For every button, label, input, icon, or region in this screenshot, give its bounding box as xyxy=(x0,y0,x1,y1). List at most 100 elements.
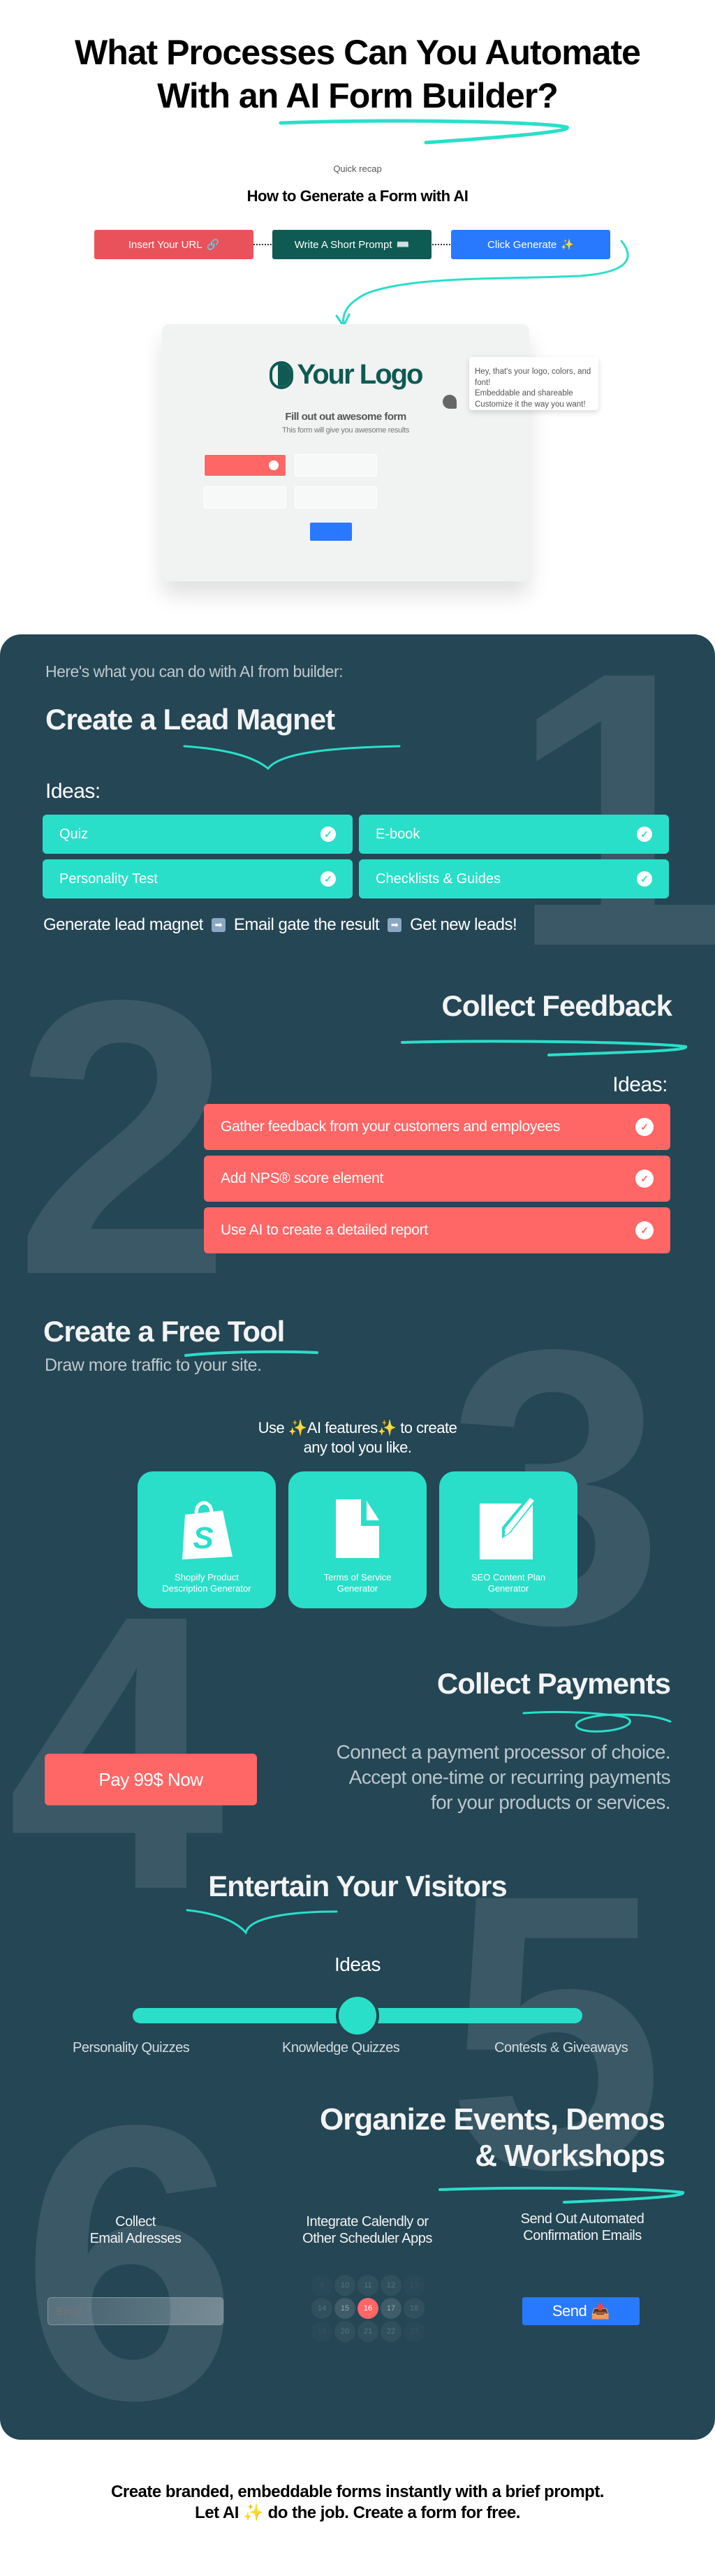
slider-option[interactable]: Knowledge Quizzes xyxy=(282,2040,400,2056)
customization-tooltip: Hey, that's your logo, colors, and font!… xyxy=(469,357,598,410)
check-icon: ✓ xyxy=(320,871,336,887)
idea-quiz[interactable]: Quiz ✓ xyxy=(43,815,353,854)
form-field[interactable] xyxy=(204,486,286,509)
tool-label: Generator xyxy=(487,1583,529,1594)
feedback-title: Collect Feedback xyxy=(441,989,672,1022)
check-icon: ✓ xyxy=(320,827,336,842)
ideas-label: Ideas xyxy=(334,1953,381,1975)
events-col-email: Collect Email Adresses xyxy=(45,2213,226,2247)
svg-text:S: S xyxy=(193,1521,213,1555)
idea-label: Use AI to create a detailed report xyxy=(221,1222,428,1238)
title-highlight: Lead Magnet xyxy=(163,703,335,736)
calendar-day[interactable]: 12 xyxy=(381,2275,401,2296)
tool-label: Shopify Product xyxy=(175,1572,239,1582)
email-input[interactable] xyxy=(47,2297,223,2325)
idea-ebook[interactable]: E-book ✓ xyxy=(359,815,669,854)
logo-mark-icon xyxy=(269,361,293,389)
pencil-edit-icon xyxy=(480,1494,537,1559)
title-underline-squiggle xyxy=(279,119,569,145)
recap-label: Quick recap xyxy=(333,163,382,174)
footer-line: Create branded, embeddable forms instant… xyxy=(111,2482,604,2501)
prompt-line: any tool you like. xyxy=(303,1439,412,1456)
step-label: Insert Your URL xyxy=(128,238,202,251)
flow-step: Get new leads! xyxy=(410,915,517,934)
title-highlight: Payments xyxy=(537,1667,671,1700)
calendar-day[interactable]: 20 xyxy=(334,2321,355,2342)
tooltip-line: Customize it the way you want! xyxy=(475,400,586,409)
calendar-day[interactable]: 19 xyxy=(311,2321,332,2342)
payments-line: Connect a payment processor of choice. xyxy=(336,1741,671,1763)
calendar-day[interactable]: 23 xyxy=(404,2321,425,2342)
tool-label: SEO Content Plan xyxy=(471,1572,546,1582)
footer-cta: Create branded, embeddable forms instant… xyxy=(0,2482,715,2524)
calendar-day[interactable]: 13 xyxy=(404,2275,425,2296)
col-line: Other Scheduler Apps xyxy=(302,2231,432,2246)
calendar-day[interactable]: 15 xyxy=(334,2298,355,2319)
send-button[interactable]: Send 📤 xyxy=(522,2297,640,2325)
lead-magnet-title: Create a Lead Magnet xyxy=(45,703,335,736)
step-insert-url[interactable]: Insert Your URL 🔗 xyxy=(94,230,253,259)
arrow-right-icon: ➡ xyxy=(388,918,402,932)
title-line: Organize Events, Demos xyxy=(320,2102,665,2137)
features-intro: Here's what you can do with AI from buil… xyxy=(45,662,344,681)
calendar-day[interactable]: 10 xyxy=(334,2275,355,2296)
form-title: Fill out out awesome form xyxy=(285,411,406,423)
form-field-active[interactable] xyxy=(204,454,286,476)
form-submit-button[interactable] xyxy=(310,523,352,541)
calendar-day[interactable]: 17 xyxy=(381,2298,401,2319)
tool-card-seo[interactable]: SEO Content Plan Generator xyxy=(439,1471,577,1608)
recap-title: How to Generate a Form with AI xyxy=(246,187,469,205)
title-highlight: Free Tool xyxy=(161,1315,285,1348)
calendar-day[interactable]: 11 xyxy=(358,2275,378,2296)
section-number-2: 2 xyxy=(14,919,232,1356)
entertain-underline xyxy=(186,1909,338,1935)
features-panel: 1 2 3 4 5 6 Here's what you can do with … xyxy=(0,634,715,2440)
pay-now-button[interactable]: Pay 99$ Now xyxy=(45,1754,257,1805)
form-field[interactable] xyxy=(295,486,377,509)
footer-text: Let AI xyxy=(195,2503,244,2522)
calendar-day[interactable]: 18 xyxy=(404,2298,425,2319)
tooltip-line: Embeddable and shareable xyxy=(475,389,573,398)
title-suffix: Your Visitors xyxy=(329,1870,508,1902)
slider-option[interactable]: Personality Quizzes xyxy=(73,2040,190,2056)
tool-label: Terms of Service xyxy=(323,1572,392,1582)
calendar-day[interactable]: 9 xyxy=(311,2275,332,2296)
feedback-idea[interactable]: Gather feedback from your customers and … xyxy=(204,1104,670,1150)
calendar-day[interactable]: 21 xyxy=(358,2321,378,2342)
calendar-day-selected[interactable]: 16 xyxy=(358,2298,378,2319)
events-col-scheduler: Integrate Calendly or Other Scheduler Ap… xyxy=(277,2213,458,2247)
check-icon: ✓ xyxy=(635,1170,654,1188)
lead-magnet-underline xyxy=(183,745,401,771)
ideas-slider-thumb[interactable] xyxy=(336,1994,379,2037)
slider-option[interactable]: Contests & Giveaways xyxy=(494,2040,628,2056)
title-highlight: Entertain xyxy=(208,1870,330,1902)
lead-magnet-flow: Generate lead magnet ➡ Email gate the re… xyxy=(43,915,517,935)
idea-checklists[interactable]: Checklists & Guides ✓ xyxy=(359,859,669,898)
idea-label: Gather feedback from your customers and … xyxy=(221,1119,561,1135)
send-label: Send xyxy=(552,2302,587,2320)
calendar-picker[interactable]: 9 10 11 12 13 14 15 16 17 18 19 20 21 22 23 xyxy=(311,2275,430,2345)
calendar-day[interactable]: 22 xyxy=(381,2321,401,2342)
idea-label: Quiz xyxy=(59,826,89,842)
title-prefix: Create a xyxy=(43,1315,161,1348)
section-number-6: 6 xyxy=(21,2044,239,2440)
tool-card-shopify[interactable]: S Shopify Product Description Generator xyxy=(138,1471,276,1608)
events-underline xyxy=(438,2186,685,2204)
feedback-idea[interactable]: Use AI to create a detailed report ✓ xyxy=(204,1207,670,1253)
idea-personality-test[interactable]: Personality Test ✓ xyxy=(43,859,353,898)
flow-step: Generate lead magnet xyxy=(43,915,203,934)
prompt-line: Use ✨AI features✨ to create xyxy=(258,1419,457,1436)
shopify-bag-icon: S xyxy=(182,1501,233,1559)
tool-card-terms[interactable]: Terms of Service Generator xyxy=(288,1471,427,1608)
col-line: Email Adresses xyxy=(89,2231,182,2246)
step-connector xyxy=(253,244,272,245)
ideas-label: Ideas: xyxy=(45,780,101,803)
idea-label: Add NPS® score element xyxy=(221,1170,383,1186)
col-line: Collect xyxy=(115,2214,156,2229)
form-field[interactable] xyxy=(295,454,377,476)
feedback-idea[interactable]: Add NPS® score element ✓ xyxy=(204,1156,670,1202)
calendar-day[interactable]: 14 xyxy=(311,2298,332,2319)
form-subtitle: This form will give you awesome results xyxy=(281,426,410,435)
tool-label: Generator xyxy=(337,1583,378,1594)
check-icon: ✓ xyxy=(637,871,652,887)
